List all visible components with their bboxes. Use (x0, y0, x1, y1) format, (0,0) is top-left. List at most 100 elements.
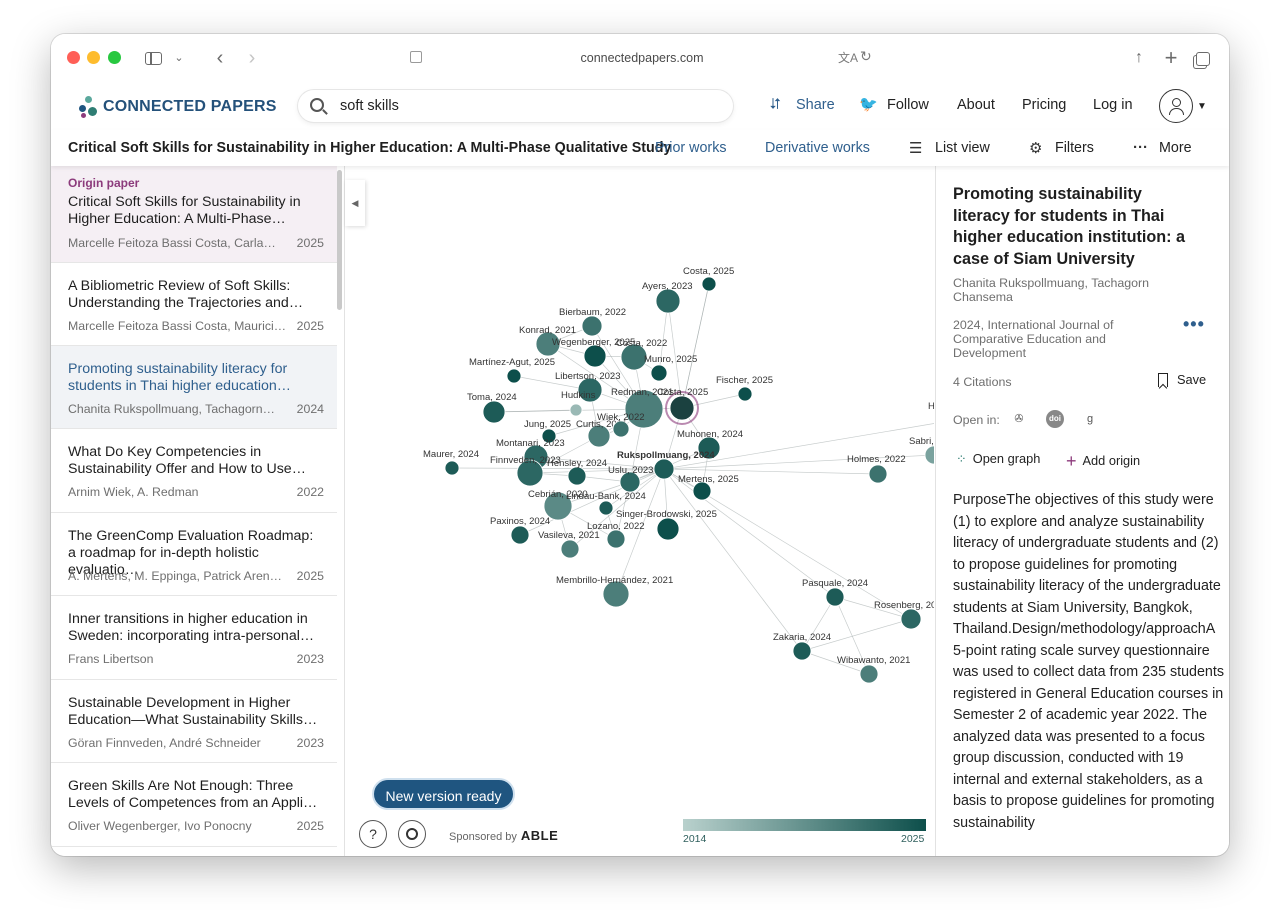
minimize-window-button[interactable] (87, 51, 100, 64)
graph-node-circle[interactable] (560, 539, 580, 559)
graph-node[interactable]: Membrillo-Hernández, 2021 (556, 575, 673, 608)
graph-node-circle[interactable] (859, 664, 879, 684)
forward-button[interactable]: › (241, 46, 263, 70)
twitter-icon[interactable]: 🐦 (859, 95, 878, 113)
new-tab-icon[interactable]: + (1161, 46, 1181, 70)
login-link[interactable]: Log in (1093, 97, 1133, 113)
close-window-button[interactable] (67, 51, 80, 64)
graph-node-circle[interactable] (650, 364, 668, 382)
more-button[interactable]: More (1159, 140, 1192, 156)
list-item-selected[interactable]: Promoting sustainability literacy for st… (51, 346, 337, 429)
graph-node-circle[interactable] (737, 386, 753, 402)
graph-node-circle[interactable] (567, 466, 587, 486)
list-item-authors: Arnim Wiek, A. Redman (68, 485, 199, 499)
pricing-link[interactable]: Pricing (1022, 97, 1066, 113)
google-scholar-icon[interactable]: g (1081, 410, 1099, 428)
graph-node-circle[interactable] (444, 460, 460, 476)
graph-node-circle[interactable] (825, 587, 845, 607)
list-item-title: Promoting sustainability literacy for st… (68, 361, 291, 394)
sidebar-toggle-icon[interactable] (145, 46, 165, 70)
graph-node[interactable]: Zakaria, 2024 (773, 632, 831, 661)
graph-node-circle[interactable] (612, 420, 630, 438)
list-item-origin[interactable]: Origin paper Critical Soft Skills for Su… (51, 166, 337, 263)
graph-node-circle[interactable] (792, 641, 812, 661)
graph-node[interactable]: Heath, 2014 (928, 401, 934, 429)
graph-node[interactable]: Fischer, 2025 (716, 375, 773, 402)
list-item[interactable]: The GreenComp Evaluation Roadmap: a road… (51, 513, 337, 596)
address-bar[interactable]: connectedpapers.com 文A ↻ (402, 44, 882, 72)
citation-graph[interactable]: Costa, 2025 Ayers, 2023 Bierbaum, 2022 Konr… (346, 166, 934, 856)
graph-node[interactable]: Ayers, 2023 (642, 281, 693, 314)
graph-node-circle[interactable] (569, 403, 583, 417)
search-input[interactable] (340, 90, 720, 122)
list-scrollbar[interactable] (337, 170, 342, 310)
graph-node-circle[interactable] (583, 344, 607, 368)
list-item[interactable]: Sustainable Development in Higher Educat… (51, 680, 337, 763)
graph-node-circle[interactable] (655, 288, 681, 314)
sponsor-logo[interactable]: ABLE (521, 828, 558, 843)
save-button[interactable]: Save (1158, 372, 1206, 387)
graph-node-circle[interactable] (581, 315, 603, 337)
list-item[interactable]: What Do Key Competencies in Sustainabili… (51, 430, 337, 513)
graph-node[interactable]: Uslu, 2023 (608, 465, 653, 493)
graph-node-circle[interactable] (924, 445, 934, 465)
collapse-list-icon[interactable]: ◀ (345, 180, 365, 226)
graph-node[interactable]: Holmes, 2022 (847, 454, 906, 484)
graph-node[interactable]: Mertens, 2025 (678, 474, 739, 501)
tab-overview-icon[interactable] (1193, 46, 1213, 70)
share-link[interactable]: Share (796, 97, 835, 113)
graph-node[interactable]: Wibawanto, 2021 (837, 655, 910, 684)
graph-node[interactable]: Vasileva, 2021 (538, 530, 600, 559)
graph-node-circle[interactable] (482, 400, 506, 424)
chevron-down-icon[interactable]: ⌄ (171, 46, 187, 70)
graph-node[interactable]: Munro, 2025 (644, 354, 697, 382)
semantic-scholar-icon[interactable]: ✇ (1010, 410, 1028, 428)
derivative-works-link[interactable]: Derivative works (765, 140, 870, 156)
list-item[interactable]: A Bibliometric Review of Soft Skills: Un… (51, 263, 337, 346)
graph-node[interactable]: Rosenberg, 2023 (874, 600, 934, 630)
graph-node[interactable]: Hensley, 2024 (547, 458, 607, 486)
graph-node[interactable]: Martínez-Agut, 2025 (469, 357, 555, 384)
share-icon[interactable]: ↑ (1129, 46, 1149, 70)
zoom-window-button[interactable] (108, 51, 121, 64)
graph-node-circle[interactable] (653, 458, 675, 480)
search-box[interactable] (298, 90, 733, 122)
more-options-icon[interactable]: ••• (1183, 314, 1205, 335)
graph-node-origin[interactable]: Costa, 2025 (657, 387, 708, 425)
add-origin-button[interactable]: + Add origin (1066, 451, 1140, 472)
graph-node-circle[interactable] (900, 608, 922, 630)
graph-canvas[interactable]: Costa, 2025 Ayers, 2023 Bierbaum, 2022 Konr… (346, 166, 934, 856)
graph-node-circle[interactable] (506, 368, 522, 384)
back-button[interactable]: ‹ (209, 46, 231, 70)
graph-node-circle[interactable] (868, 464, 888, 484)
list-item[interactable]: Green Skills Are Not Enough: Three Level… (51, 764, 337, 847)
graph-node-circle[interactable] (598, 500, 614, 516)
graph-node-circle[interactable] (669, 395, 695, 421)
follow-link[interactable]: Follow (887, 97, 929, 113)
graph-node[interactable]: Pasquale, 2024 (802, 578, 868, 607)
translate-icon[interactable]: 文A (838, 49, 858, 66)
help-button[interactable]: ? (359, 820, 387, 848)
graph-node[interactable]: Sabri, 2018 (909, 436, 934, 465)
graph-node[interactable]: Toma, 2024 (467, 392, 517, 424)
list-item[interactable]: Inner transitions in higher education in… (51, 597, 337, 680)
graph-node-circle[interactable] (701, 276, 717, 292)
avatar[interactable] (1159, 89, 1193, 123)
caret-down-icon[interactable]: ▼ (1197, 101, 1207, 112)
list-view-button[interactable]: List view (935, 140, 990, 156)
new-version-button[interactable]: New version ready (372, 778, 515, 810)
doi-icon[interactable]: doi (1046, 410, 1064, 428)
open-graph-button[interactable]: ⁘ Open graph (956, 451, 1040, 467)
graph-node-circle[interactable] (606, 529, 626, 549)
filters-button[interactable]: Filters (1055, 140, 1094, 156)
graph-node-circle[interactable] (510, 525, 530, 545)
logo[interactable]: CONNECTED PAPERS (79, 94, 276, 120)
graph-node-circle[interactable] (656, 517, 680, 541)
graph-node[interactable]: Maurer, 2024 (423, 449, 479, 476)
prior-works-link[interactable]: Prior works (655, 140, 727, 156)
graph-node[interactable]: Hudkins (561, 390, 596, 417)
recenter-icon[interactable] (398, 820, 426, 848)
about-link[interactable]: About (957, 97, 995, 113)
share-icon[interactable]: ⮃ (769, 96, 781, 113)
reload-icon[interactable]: ↻ (860, 48, 872, 65)
